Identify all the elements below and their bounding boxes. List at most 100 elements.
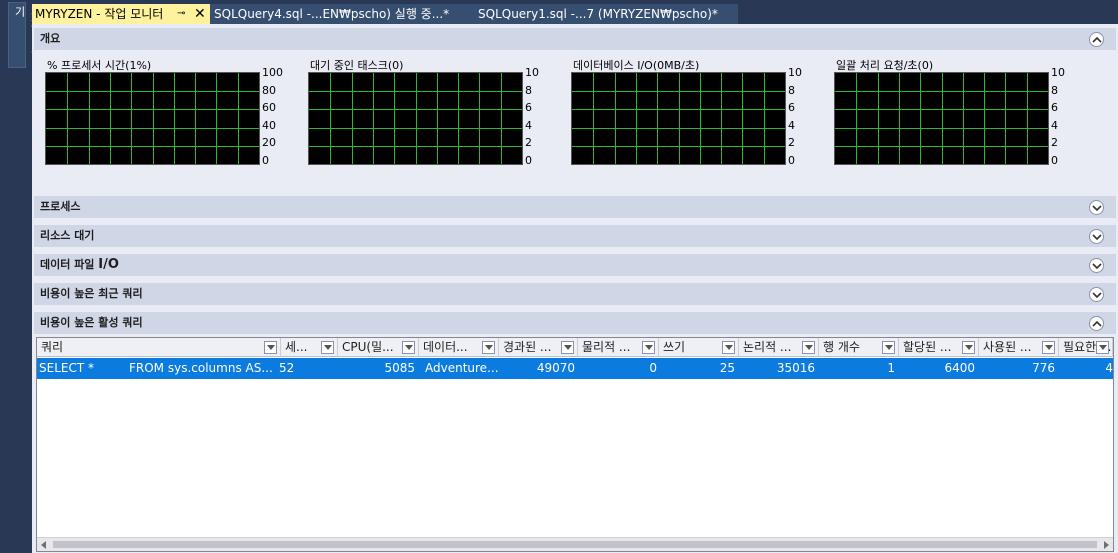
horizontal-scrollbar[interactable] <box>37 537 1113 551</box>
expand-icon[interactable] <box>1089 287 1104 302</box>
section-header-recent-expensive-queries[interactable]: 비용이 높은 최근 쿼리 <box>34 283 1116 305</box>
document-tab-bar: MYRYZEN - 작업 모니터 ⊸ ✕ SQLQuery4.sql -...E… <box>32 4 738 24</box>
y-tick-label: 10 <box>1051 66 1065 79</box>
tab-sqlquery4[interactable]: SQLQuery4.sql -...EN₩pscho) 실행 중...* <box>214 4 472 24</box>
y-tick-label: 6 <box>788 101 795 115</box>
chart-title: 데이터베이스 I/O(0MB/초) <box>573 59 700 72</box>
y-tick-label: 4 <box>788 118 795 132</box>
table-cell: 0 <box>649 361 657 375</box>
filter-dropdown-icon[interactable] <box>1042 341 1055 354</box>
column-header[interactable]: 세... <box>281 338 338 357</box>
y-tick-label: 20 <box>262 136 276 150</box>
column-header-label: 할당된 ... <box>903 340 952 354</box>
column-header-label: 경과된 ... <box>503 340 552 354</box>
column-header[interactable]: 경과된 ... <box>499 338 578 357</box>
chart-gridlines <box>46 73 259 164</box>
filter-dropdown-icon[interactable] <box>482 341 495 354</box>
filter-dropdown-icon[interactable] <box>802 341 815 354</box>
filter-dropdown-icon[interactable] <box>561 341 574 354</box>
y-tick-label: 2 <box>525 136 532 150</box>
section-title: 비용이 높은 최근 쿼리 <box>40 287 143 300</box>
column-header[interactable]: 물리적 ... <box>578 338 659 357</box>
expand-icon[interactable] <box>1089 258 1104 273</box>
column-header[interactable]: 데이터... <box>419 338 499 357</box>
y-tick-label: 40 <box>262 118 276 132</box>
column-header[interactable]: 필요한 ... <box>1059 338 1113 357</box>
pin-icon[interactable]: ⊸ <box>177 4 185 24</box>
filter-dropdown-icon[interactable] <box>321 341 334 354</box>
y-tick-label: 10 <box>525 66 539 79</box>
column-header-label: 쓰기 <box>663 340 686 354</box>
tab-sqlquery1[interactable]: SQLQuery1.sql -...7 (MYRYZEN₩pscho)* <box>478 4 738 24</box>
left-tool-strip: 개체 탐색기 <box>0 0 42 553</box>
y-tick-label: 4 <box>525 118 532 132</box>
filter-dropdown-icon[interactable] <box>722 341 735 354</box>
chart-plot <box>45 72 260 165</box>
section-title: 데이터 파일 <box>40 258 95 271</box>
filter-dropdown-icon[interactable] <box>1096 341 1109 354</box>
column-header[interactable]: CPU(밀... <box>338 338 419 357</box>
column-header[interactable]: 논리적 ... <box>739 338 819 357</box>
collapse-icon[interactable] <box>1089 316 1104 331</box>
scroll-thumb[interactable] <box>53 541 1097 548</box>
y-tick-label: 4 <box>1051 118 1058 132</box>
section-title: 비용이 높은 활성 쿼리 <box>40 316 143 329</box>
chart-title: % 프로세서 시간(1%) <box>47 59 152 72</box>
table-row-selected[interactable]: SELECT * FROM sys.columns AS... 52 5085 Adve… <box>37 358 1113 379</box>
section-header-resource-waits[interactable]: 리소스 대기 <box>34 225 1116 247</box>
column-header[interactable]: 할당된 ... <box>899 338 979 357</box>
section-title: 프로세스 <box>40 200 81 213</box>
table-cell: 35016 <box>776 361 815 375</box>
table-cell: 5085 <box>384 361 415 375</box>
y-tick-label: 8 <box>788 83 795 97</box>
section-header-processes[interactable]: 프로세스 <box>34 196 1116 218</box>
object-explorer-tab[interactable]: 개체 탐색기 <box>8 2 42 68</box>
column-header-label: 논리적 ... <box>743 340 792 354</box>
tab-activity-monitor[interactable]: MYRYZEN - 작업 모니터 ⊸ ✕ <box>32 4 210 24</box>
filter-dropdown-icon[interactable] <box>882 341 895 354</box>
filter-dropdown-icon[interactable] <box>402 341 415 354</box>
section-header-active-expensive-queries[interactable]: 비용이 높은 활성 쿼리 <box>34 312 1116 334</box>
activity-monitor-panel: 개요 % 프로세서 시간(1%) 100 80 60 40 20 0 대기 중인 태스크(0)… <box>32 24 1118 553</box>
column-header-label: 물리적 ... <box>582 340 631 354</box>
column-header-label: 세... <box>285 340 308 354</box>
table-cell: 776 <box>1032 361 1055 375</box>
table-cell: 25 <box>719 361 735 375</box>
table-cell: 52 <box>279 361 295 375</box>
chart-gridlines <box>835 73 1048 164</box>
section-title-io: I/O <box>98 257 119 272</box>
table-cell: SELECT * <box>39 361 94 375</box>
table-cell: FROM sys.columns AS... <box>129 361 273 375</box>
table-cell: Adventure... <box>425 361 499 375</box>
tab-label: SQLQuery4.sql -...EN₩pscho) 실행 중...* <box>214 7 450 21</box>
close-icon[interactable]: ✕ <box>194 4 206 24</box>
chart-plot <box>308 72 523 165</box>
y-tick-label: 8 <box>525 83 532 97</box>
grid-header-row: 쿼리 세... CPU(밀... 데이터... 경과된 ... 물리적 ... 쓰기 논리적 … <box>37 338 1113 357</box>
y-tick-label: 0 <box>1051 154 1058 167</box>
column-header-label: 쿼리 <box>41 340 64 354</box>
y-tick-label: 2 <box>788 136 795 150</box>
collapse-icon[interactable] <box>1089 32 1104 47</box>
section-header-overview[interactable]: 개요 <box>34 28 1116 50</box>
column-header[interactable]: 쿼리 <box>37 338 281 357</box>
column-header[interactable]: 행 개수 <box>819 338 899 357</box>
column-header[interactable]: 사용된 ... <box>979 338 1059 357</box>
section-header-data-file-io[interactable]: 데이터 파일 I/O <box>34 254 1116 276</box>
y-tick-label: 6 <box>525 101 532 115</box>
y-tick-label: 60 <box>262 101 276 115</box>
column-header-label: CPU(밀... <box>342 340 394 354</box>
chart-gridlines <box>572 73 785 164</box>
scroll-right-icon[interactable] <box>1104 541 1109 549</box>
expand-icon[interactable] <box>1089 229 1104 244</box>
filter-dropdown-icon[interactable] <box>642 341 655 354</box>
scroll-left-icon[interactable] <box>41 541 46 549</box>
expand-icon[interactable] <box>1089 200 1104 215</box>
column-header[interactable]: 쓰기 <box>659 338 739 357</box>
active-queries-grid: 쿼리 세... CPU(밀... 데이터... 경과된 ... 물리적 ... 쓰기 논리적 … <box>36 337 1114 552</box>
y-tick-label: 2 <box>1051 136 1058 150</box>
table-cell: 1 <box>887 361 895 375</box>
filter-dropdown-icon[interactable] <box>962 341 975 354</box>
y-tick-label: 6 <box>1051 101 1058 115</box>
filter-dropdown-icon[interactable] <box>264 341 277 354</box>
